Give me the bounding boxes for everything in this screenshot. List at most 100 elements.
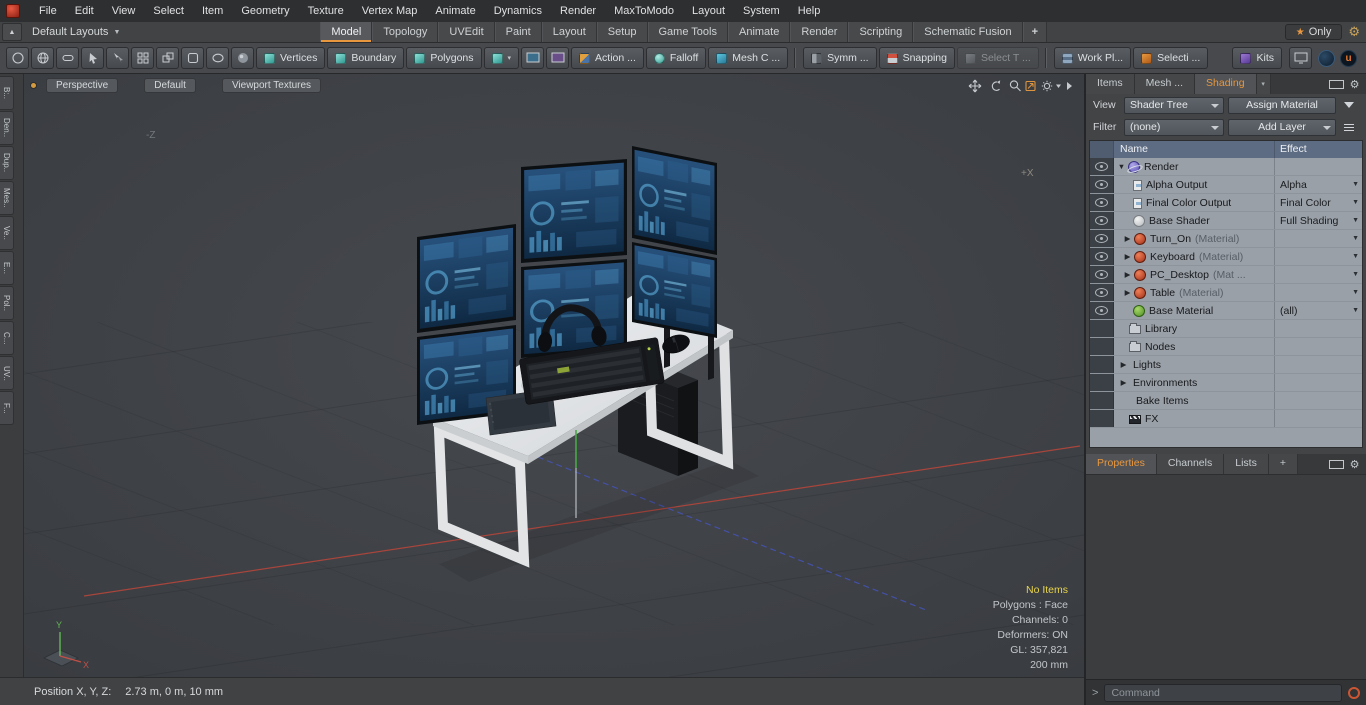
effect-dropdown-icon[interactable]: ▼ <box>1352 289 1359 296</box>
effect-dropdown-icon[interactable]: ▼ <box>1352 199 1359 206</box>
mesh-constraint-button[interactable]: Mesh C ... <box>708 47 789 69</box>
modo-logo-icon[interactable]: u <box>1340 49 1357 67</box>
menu-layout[interactable]: Layout <box>683 0 734 22</box>
record-macro-icon[interactable] <box>1348 686 1360 699</box>
work-plane-button[interactable]: Work Pl... <box>1053 47 1132 69</box>
tree-row-nodes[interactable]: Nodes <box>1090 338 1362 356</box>
cursor-tool-icon[interactable] <box>81 47 104 69</box>
viewport-3d-scene[interactable]: -Z +X Y X No Items Polygons : Face Chann… <box>24 74 1084 677</box>
tree-row-fx[interactable]: FX <box>1090 410 1362 428</box>
tree-row-base-shader[interactable]: Base Shader Full Shading ▼ <box>1090 212 1362 230</box>
effect-dropdown-icon[interactable]: ▼ <box>1352 235 1359 242</box>
tab-game-tools[interactable]: Game Tools <box>647 22 728 42</box>
viewport-3d[interactable]: -Z +X Y X No Items Polygons : Face Chann… <box>23 74 1084 677</box>
side-tab-edge[interactable]: E... <box>0 251 14 285</box>
tree-row-lights[interactable]: ▶ Lights <box>1090 356 1362 374</box>
tree-row-library[interactable]: Library <box>1090 320 1362 338</box>
tab-uvedit[interactable]: UVEdit <box>438 22 495 42</box>
multi-cursor-tool-icon[interactable] <box>106 47 129 69</box>
vertices-button[interactable]: Vertices <box>256 47 326 69</box>
eye-icon[interactable] <box>1095 198 1108 207</box>
action-center-button[interactable]: Action ... <box>571 47 644 69</box>
menu-animate[interactable]: Animate <box>426 0 484 22</box>
side-tab-vertex[interactable]: Ve.. <box>0 216 14 250</box>
only-button[interactable]: ★ Only <box>1284 24 1343 40</box>
menu-render[interactable]: Render <box>551 0 605 22</box>
ellipse-tool-icon[interactable] <box>206 47 229 69</box>
viewport-corner-icons[interactable] <box>968 79 1074 96</box>
symmetry-button[interactable]: Symm ... <box>803 47 877 69</box>
menu-help[interactable]: Help <box>789 0 830 22</box>
add-layer-dropdown[interactable]: Add Layer <box>1228 118 1336 136</box>
tree-row-final-color-output[interactable]: Final Color Output Final Color ▼ <box>1090 194 1362 212</box>
list-options-icon[interactable] <box>1340 119 1358 136</box>
monitor-screen[interactable] <box>632 242 717 338</box>
assign-material-button[interactable]: Assign Material <box>1228 96 1336 114</box>
tree-row-render[interactable]: ▼ Render <box>1090 158 1362 176</box>
tree-row-environments[interactable]: ▶ Environments <box>1090 374 1362 392</box>
default-layouts-dropdown[interactable]: Default Layouts ▼ <box>24 22 128 42</box>
tab-shading[interactable]: Shading <box>1195 74 1257 94</box>
tab-render[interactable]: Render <box>790 22 849 42</box>
monitor-screen[interactable] <box>417 224 516 333</box>
popout-icon[interactable] <box>1329 79 1344 89</box>
layout-up-icon[interactable]: ▲ <box>2 23 22 41</box>
viewport-tab-textures[interactable]: Viewport Textures <box>221 78 322 93</box>
panel-gear-icon[interactable]: ⚙ <box>1347 458 1362 471</box>
display-icon[interactable] <box>1289 47 1312 69</box>
expand-closed-icon[interactable]: ▶ <box>1122 270 1133 279</box>
snapping-button[interactable]: Snapping <box>878 47 955 69</box>
effect-dropdown-icon[interactable]: ▼ <box>1352 217 1359 224</box>
eye-icon[interactable] <box>1095 180 1108 189</box>
side-tab-deform[interactable]: Den.. <box>0 111 14 145</box>
filter-dropdown[interactable]: (none) <box>1124 118 1224 136</box>
expand-closed-icon[interactable]: ▶ <box>1122 234 1133 243</box>
tab-animate[interactable]: Animate <box>728 22 791 42</box>
tree-row-bake-items[interactable]: Bake Items <box>1090 392 1362 410</box>
effect-dropdown-icon[interactable]: ▼ <box>1352 181 1359 188</box>
monitor-screen[interactable] <box>521 159 627 263</box>
eye-icon[interactable] <box>1095 288 1108 297</box>
expand-closed-icon[interactable]: ▶ <box>1122 288 1133 297</box>
tree-row-table[interactable]: ▶ Table (Material) ▼ <box>1090 284 1362 302</box>
foundry-logo-icon[interactable] <box>1318 49 1335 67</box>
tab-paint[interactable]: Paint <box>494 22 542 42</box>
menu-select[interactable]: Select <box>144 0 193 22</box>
side-tab-uv[interactable]: UV.. <box>0 356 14 390</box>
capsule-tool-icon[interactable] <box>56 47 79 69</box>
eye-icon[interactable] <box>1095 252 1108 261</box>
menu-view[interactable]: View <box>103 0 145 22</box>
expand-open-icon[interactable]: ▼ <box>1116 162 1127 171</box>
tree-row-base-material[interactable]: Base Material (all) ▼ <box>1090 302 1362 320</box>
tab-setup[interactable]: Setup <box>596 22 648 42</box>
tab-channels[interactable]: Channels <box>1156 454 1225 474</box>
effect-dropdown-icon[interactable]: ▼ <box>1352 307 1359 314</box>
expand-closed-icon[interactable]: ▶ <box>1122 252 1133 261</box>
filter-funnel-icon[interactable] <box>1340 97 1358 114</box>
effect-dropdown-icon[interactable]: ▼ <box>1352 253 1359 260</box>
tab-scripting[interactable]: Scripting <box>848 22 914 42</box>
side-tab-mesh[interactable]: Mes.. <box>0 181 14 215</box>
select-through-button[interactable]: Select T ... <box>956 47 1039 69</box>
tab-schematic-fusion[interactable]: Schematic Fusion <box>913 22 1023 42</box>
menu-file[interactable]: File <box>30 0 66 22</box>
settings-gear-icon[interactable]: ⚙ <box>1348 24 1360 40</box>
rounded-rect-tool-icon[interactable] <box>181 47 204 69</box>
eye-icon[interactable] <box>1095 162 1108 171</box>
monitor-screen[interactable] <box>632 146 717 255</box>
menu-texture[interactable]: Texture <box>299 0 353 22</box>
menu-system[interactable]: System <box>734 0 789 22</box>
tree-row-alpha-output[interactable]: Alpha Output Alpha ▼ <box>1090 176 1362 194</box>
menu-edit[interactable]: Edit <box>66 0 103 22</box>
eye-icon[interactable] <box>1095 216 1108 225</box>
side-tab-curves[interactable]: C... <box>0 321 14 355</box>
expand-closed-icon[interactable]: ▶ <box>1118 360 1129 369</box>
eye-icon[interactable] <box>1095 306 1108 315</box>
tab-topology[interactable]: Topology <box>372 22 439 42</box>
tab-list-caret-icon[interactable]: ▾ <box>1256 74 1271 94</box>
tab-mesh[interactable]: Mesh ... <box>1134 74 1196 94</box>
menu-maxtomodo[interactable]: MaxToModo <box>605 0 683 22</box>
falloff-button[interactable]: Falloff <box>645 47 707 69</box>
tab-items[interactable]: Items <box>1086 74 1135 94</box>
viewport-menu-dot-icon[interactable] <box>30 82 37 89</box>
